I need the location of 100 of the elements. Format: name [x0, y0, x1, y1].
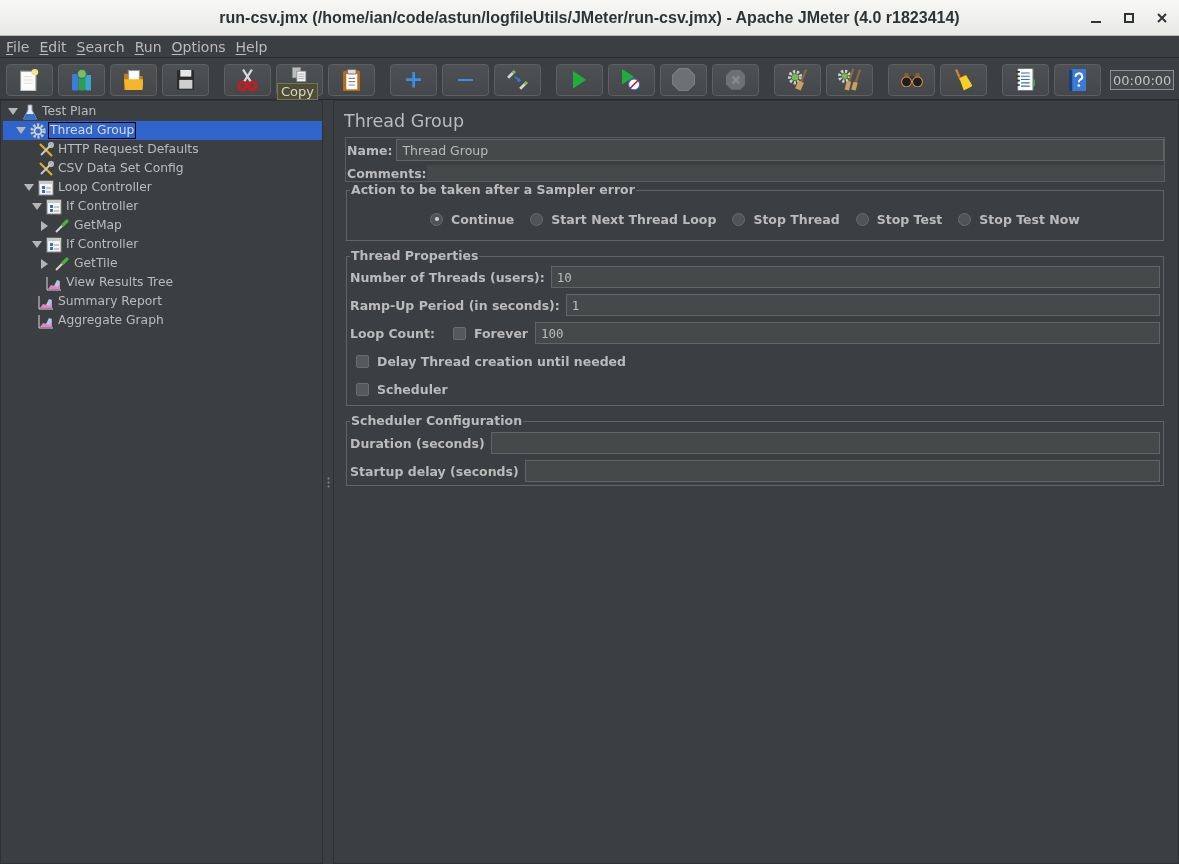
grip-icon[interactable]: [326, 476, 330, 488]
checkbox-label[interactable]: Forever: [474, 325, 529, 341]
tree-item[interactable]: Summary Report: [3, 292, 322, 311]
binders-icon: [71, 69, 92, 91]
start-no-pauses-button[interactable]: [608, 64, 655, 96]
tooltip: Copy: [277, 83, 318, 100]
radio-button[interactable]: [855, 212, 869, 226]
tools-icon: [38, 160, 54, 177]
clear-all-button[interactable]: [826, 64, 873, 96]
window-title: run-csv.jmx (/home/ian/code/astun/logfileUtils/JMeter/run-csv.jmx) - Apache JMeter (4.0 r1823414): [219, 8, 960, 27]
menu-item[interactable]: Edit: [34, 36, 72, 57]
radio-label[interactable]: Stop Test: [876, 211, 943, 227]
gear-brooms-icon: [837, 68, 862, 92]
caret-down-icon[interactable]: [31, 241, 42, 248]
tree-item[interactable]: Thread Group: [3, 121, 322, 140]
field-label: Loop Count:: [350, 325, 435, 341]
open-button[interactable]: [110, 64, 157, 96]
panel-title: Thread Group: [344, 110, 466, 132]
checkbox-label[interactable]: Delay Thread creation until needed: [377, 353, 626, 369]
elapsed-time: 00:00:00: [1110, 70, 1175, 90]
field-label: Name:: [347, 142, 393, 158]
pages-icon: [292, 67, 307, 82]
group-title: Thread Properties: [350, 248, 480, 264]
input-field[interactable]: [524, 460, 1160, 482]
radio-label[interactable]: Continue: [451, 211, 515, 227]
minimize-icon: [1090, 21, 1101, 23]
expand-all-button[interactable]: [390, 64, 437, 96]
tree-item[interactable]: If Controller: [3, 197, 322, 216]
caret-right-icon[interactable]: [41, 258, 48, 269]
help-book-icon: [1068, 69, 1087, 91]
menu-item[interactable]: Options: [166, 36, 231, 57]
chart-icon: [38, 293, 54, 310]
checkbox-label[interactable]: Scheduler: [377, 381, 448, 397]
start-button[interactable]: [556, 64, 603, 96]
plus-icon: [405, 72, 422, 88]
search-button[interactable]: [888, 64, 935, 96]
templates-button[interactable]: [58, 64, 105, 96]
caret-down-icon[interactable]: [23, 184, 34, 191]
clipboard-icon: [342, 68, 361, 92]
tree-item[interactable]: GetMap: [3, 216, 322, 235]
radio-button[interactable]: [958, 212, 972, 226]
tools-icon: [38, 141, 54, 158]
toggle-button[interactable]: [494, 64, 541, 96]
tree-item[interactable]: View Results Tree: [3, 273, 322, 292]
input-field[interactable]: 1: [565, 294, 1160, 316]
gear-icon: [30, 122, 46, 139]
caret-right-icon[interactable]: [41, 220, 48, 231]
maximize-icon: [1123, 12, 1134, 23]
menu-item[interactable]: Help: [230, 36, 273, 57]
radio-button[interactable]: [430, 212, 444, 226]
caret-down-icon[interactable]: [31, 203, 42, 210]
help-button[interactable]: [1054, 64, 1101, 96]
radio-button[interactable]: [732, 212, 746, 226]
reset-search-button[interactable]: [940, 64, 987, 96]
input-field[interactable]: [490, 432, 1160, 454]
cut-button[interactable]: [224, 64, 271, 96]
caret-down-icon[interactable]: [7, 108, 18, 115]
name-field[interactable]: Thread Group: [396, 139, 1164, 161]
checkbox[interactable]: [453, 326, 466, 340]
tree-item[interactable]: Loop Controller: [3, 178, 322, 197]
close-icon: [1156, 12, 1167, 23]
octagon-x-icon: [725, 70, 746, 90]
tree-item[interactable]: GetTile: [3, 254, 322, 273]
radio-label[interactable]: Stop Test Now: [979, 211, 1080, 227]
radio-button[interactable]: [530, 212, 544, 226]
chart-icon: [38, 312, 54, 329]
tree-item[interactable]: CSV Data Set Config: [3, 159, 322, 178]
tree-item[interactable]: HTTP Request Defaults: [3, 140, 322, 159]
field-label: Duration (seconds): [350, 435, 485, 451]
window-icon: [38, 179, 54, 196]
caret-down-icon[interactable]: [15, 127, 26, 134]
comments-field[interactable]: [426, 165, 1164, 181]
clear-button[interactable]: [774, 64, 821, 96]
menu-item[interactable]: File: [1, 36, 35, 57]
new-button[interactable]: [6, 64, 53, 96]
save-button[interactable]: [162, 64, 209, 96]
radio-label[interactable]: Stop Thread: [753, 211, 840, 227]
checkbox[interactable]: [356, 354, 369, 368]
window-icon: [46, 236, 62, 253]
play-icon: [572, 71, 587, 89]
menu-item[interactable]: Search: [71, 36, 130, 57]
radio-label[interactable]: Start Next Thread Loop: [551, 211, 717, 227]
group-title: Action to be taken after a Sampler error: [350, 182, 636, 198]
octagon-icon: [671, 68, 696, 92]
folder-icon: [123, 69, 144, 91]
input-field[interactable]: 10: [550, 266, 1160, 288]
tree-item[interactable]: If Controller: [3, 235, 322, 254]
field-label: Number of Threads (users):: [350, 269, 545, 285]
page-icon: [19, 68, 40, 92]
input-field[interactable]: 100: [535, 322, 1160, 344]
window-icon: [46, 198, 62, 215]
function-helper-button[interactable]: [1002, 64, 1049, 96]
flask-icon: [22, 103, 38, 120]
menu-item[interactable]: Run: [129, 36, 167, 57]
tree-item[interactable]: Aggregate Graph: [3, 311, 322, 330]
checkbox[interactable]: [356, 382, 369, 396]
field-label: Comments:: [347, 165, 427, 181]
tree-item[interactable]: Test Plan: [3, 102, 322, 121]
gear-broom-icon: [787, 69, 808, 91]
paste-button[interactable]: [328, 64, 375, 96]
